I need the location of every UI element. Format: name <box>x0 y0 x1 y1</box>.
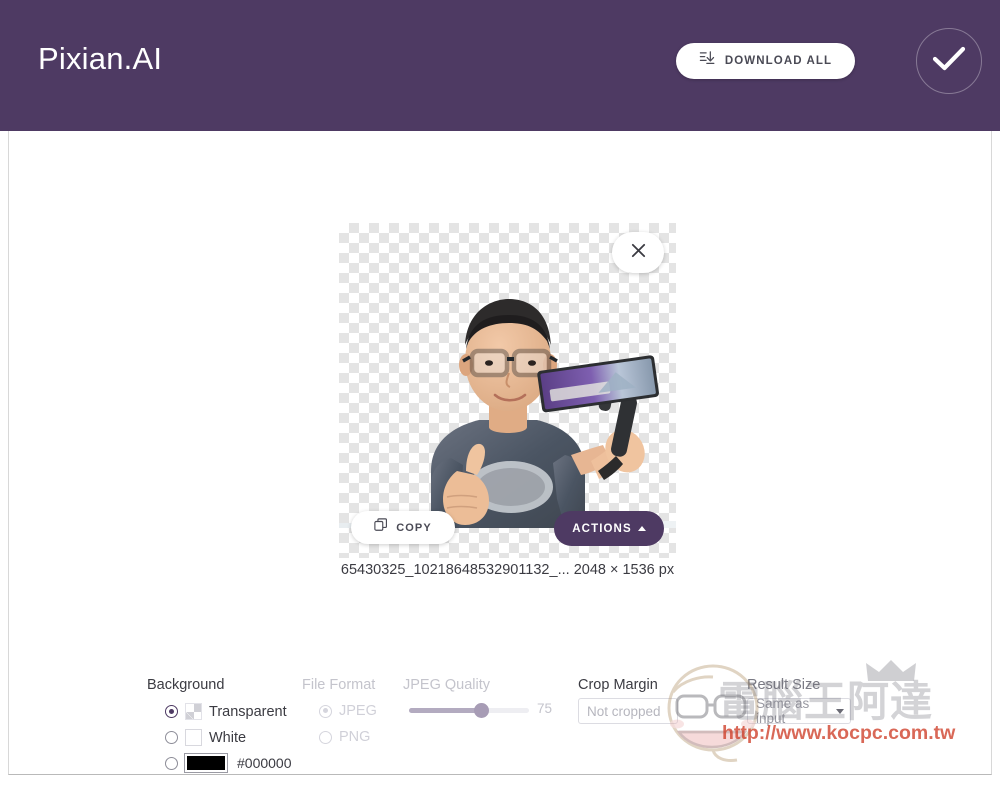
radio-png[interactable] <box>319 730 332 744</box>
jpeg-quality-section-title: JPEG Quality <box>403 677 491 693</box>
copy-button[interactable]: COPY <box>351 511 455 544</box>
slider-thumb[interactable] <box>474 703 489 718</box>
check-icon <box>932 45 966 78</box>
close-icon <box>630 242 647 264</box>
slider-fill <box>409 708 481 713</box>
result-image <box>339 275 676 528</box>
result-size-section-title: Result Size <box>747 677 821 693</box>
crop-margin-placeholder: Not cropped <box>587 703 661 719</box>
file-format-option-jpeg-label: JPEG <box>339 703 377 719</box>
jpeg-quality-value: 75 <box>537 701 553 716</box>
crop-margin-input[interactable]: Not cropped <box>578 698 678 724</box>
result-size-select[interactable]: Same as input <box>747 696 851 726</box>
close-button[interactable] <box>612 232 664 273</box>
file-format-section-title: File Format <box>302 677 376 693</box>
radio-jpeg[interactable] <box>319 704 332 718</box>
file-format-option-jpeg[interactable]: JPEG <box>319 703 377 719</box>
app-logo: Pixian.AI <box>38 41 163 76</box>
background-section-title: Background <box>147 677 225 693</box>
actions-button[interactable]: ACTIONS <box>554 511 664 546</box>
download-all-button[interactable]: DOWNLOAD ALL <box>676 43 855 79</box>
radio-custom-color[interactable] <box>165 756 178 770</box>
file-meta: 65430325_10218648532901132_... 2048 × 15… <box>339 562 676 578</box>
result-card-canvas: COPY ACTIONS <box>339 223 676 558</box>
download-list-icon <box>699 50 716 72</box>
background-option-custom[interactable]: #000000 <box>165 753 292 773</box>
status-check-button[interactable] <box>916 28 982 94</box>
background-option-transparent-label: Transparent <box>209 703 287 720</box>
caret-down-icon <box>836 708 844 714</box>
file-name: 65430325_10218648532901132_... <box>340 562 570 578</box>
pixian-ai-result-page: Pixian.AI DOWNLOAD ALL COPY ACTIONS 6543… <box>0 0 1000 785</box>
radio-white[interactable] <box>165 731 178 744</box>
caret-up-icon <box>637 525 646 531</box>
actions-label: ACTIONS <box>572 522 632 535</box>
swatch-transparent-icon <box>185 703 202 720</box>
result-card: COPY ACTIONS <box>339 223 676 558</box>
copy-icon <box>374 518 388 537</box>
file-format-option-png-label: PNG <box>339 729 371 745</box>
app-header: Pixian.AI DOWNLOAD ALL <box>0 0 1000 131</box>
image-dimensions: 2048 × 1536 px <box>573 562 675 578</box>
custom-color-hex: #000000 <box>237 755 292 771</box>
background-option-transparent[interactable]: Transparent <box>165 703 287 720</box>
file-format-option-png[interactable]: PNG <box>319 729 370 745</box>
result-size-value: Same as input <box>756 696 810 726</box>
jpeg-quality-slider[interactable] <box>409 703 529 718</box>
crop-margin-section-title: Crop Margin <box>578 677 658 693</box>
swatch-custom-color-icon[interactable] <box>184 753 228 773</box>
swatch-white-icon <box>185 729 202 746</box>
background-option-white[interactable]: White <box>165 729 246 746</box>
copy-label: COPY <box>396 521 432 534</box>
background-option-white-label: White <box>209 729 247 746</box>
radio-transparent[interactable] <box>165 705 178 718</box>
download-all-label: DOWNLOAD ALL <box>724 55 833 67</box>
